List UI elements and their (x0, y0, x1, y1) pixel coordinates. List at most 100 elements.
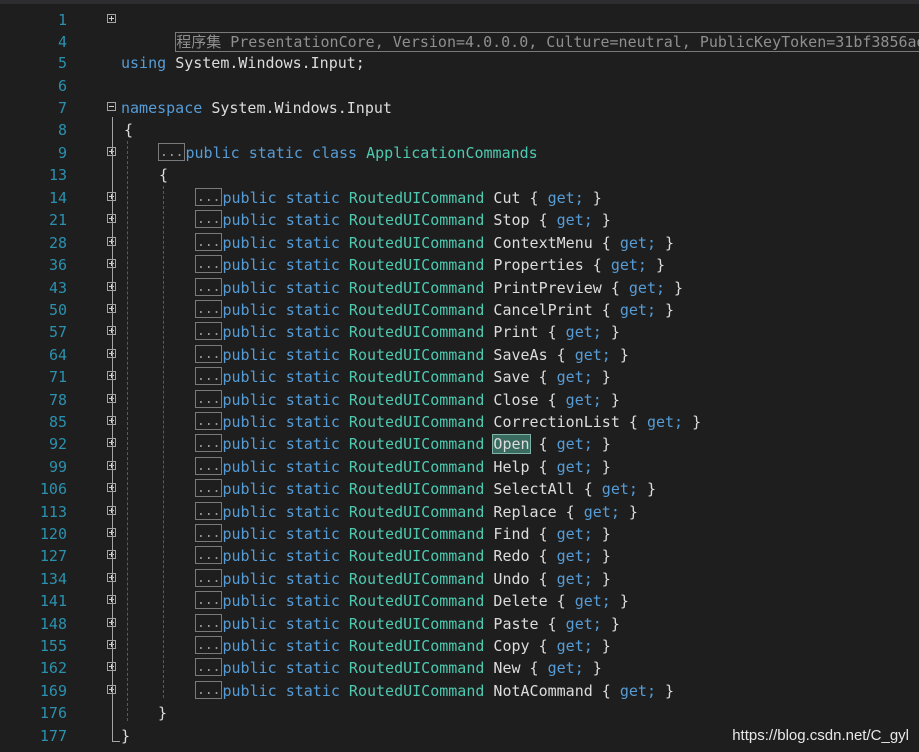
code-line[interactable]: 120... public static RoutedUICommand Find… (0, 523, 919, 545)
get-accessor: get; (628, 279, 666, 297)
collapsed-attributes[interactable]: ... (195, 546, 223, 564)
code-line[interactable]: 6 (0, 75, 919, 97)
collapsed-attributes[interactable]: ... (195, 681, 223, 699)
code-line[interactable]: 176 } (0, 702, 919, 724)
property-name[interactable]: NotACommand (493, 682, 592, 700)
property-name[interactable]: New (493, 659, 520, 677)
property-name[interactable]: Cut (493, 189, 520, 207)
code-line[interactable]: 169... public static RoutedUICommand NotA… (0, 680, 919, 702)
code-line[interactable]: 148... public static RoutedUICommand Past… (0, 613, 919, 635)
code-line[interactable]: 99 ... public static RoutedUICommand Help … (0, 456, 919, 478)
code-line[interactable]: 5 using System.Windows.Input; (0, 52, 919, 74)
collapsed-attributes[interactable]: ... (158, 143, 186, 161)
line-number: 14 (48, 189, 67, 207)
code-line[interactable]: 13 { (0, 164, 919, 186)
property-name[interactable]: Replace (493, 503, 556, 521)
accessor-close-brace: } (619, 592, 629, 610)
property-name[interactable]: Print (493, 323, 538, 341)
code-line[interactable]: 134... public static RoutedUICommand Undo… (0, 568, 919, 590)
line-number: 36 (48, 256, 67, 274)
collapsed-attributes[interactable]: ... (195, 658, 223, 676)
code-line[interactable]: 7 namespace System.Windows.Input (0, 97, 919, 119)
collapsed-attributes[interactable]: ... (195, 412, 223, 430)
collapsed-attributes[interactable]: ... (195, 457, 223, 475)
public-keyword: public (222, 659, 277, 677)
code-line[interactable]: 9 ... public static class ApplicationComm… (0, 142, 919, 164)
code-line[interactable]: 64... public static RoutedUICommand SaveA… (0, 344, 919, 366)
property-name[interactable]: Properties (493, 256, 583, 274)
collapsed-attributes[interactable]: ... (195, 322, 223, 340)
code-line[interactable]: 78... public static RoutedUICommand Close… (0, 389, 919, 411)
code-line[interactable]: 1 程序集 PresentationCore, Version=4.0.0.0,… (0, 9, 919, 52)
property-name[interactable]: PrintPreview (493, 279, 601, 297)
accessor-open-brace: { (592, 256, 602, 274)
code-line[interactable]: 28... public static RoutedUICommand Conte… (0, 232, 919, 254)
collapsed-attributes[interactable]: ... (195, 479, 223, 497)
static-keyword: static (285, 480, 340, 498)
code-line[interactable]: 106... public static RoutedUICommand Sele… (0, 478, 919, 500)
property-name[interactable]: ContextMenu (493, 234, 592, 252)
collapsed-attributes[interactable]: ... (195, 524, 223, 542)
type-name: RoutedUICommand (348, 391, 485, 409)
collapsed-attributes[interactable]: ... (195, 591, 223, 609)
collapsed-attributes[interactable]: ... (195, 502, 223, 520)
type-name: RoutedUICommand (348, 368, 485, 386)
property-name[interactable]: CorrectionList (493, 413, 619, 431)
property-name[interactable]: Delete (493, 592, 547, 610)
code-line[interactable]: 50... public static RoutedUICommand Cance… (0, 299, 919, 321)
property-declaration: ... public static RoutedUICommand Stop { … (195, 209, 611, 231)
public-keyword: public (222, 256, 277, 274)
property-name[interactable]: Redo (493, 547, 529, 565)
property-name[interactable]: Paste (493, 615, 538, 633)
expand-icon[interactable] (107, 14, 116, 23)
collapsed-attributes[interactable]: ... (195, 278, 223, 296)
code-editor[interactable]: 1 程序集 PresentationCore, Version=4.0.0.0,… (0, 0, 919, 752)
code-line[interactable]: 127... public static RoutedUICommand Redo… (0, 545, 919, 567)
collapsed-attributes[interactable]: ... (195, 300, 223, 318)
collapsed-attributes[interactable]: ... (195, 188, 223, 206)
collapsed-attributes[interactable]: ... (195, 210, 223, 228)
collapse-icon[interactable] (107, 102, 116, 111)
code-line[interactable]: 36... public static RoutedUICommand Prope… (0, 254, 919, 276)
property-name[interactable]: Find (493, 525, 529, 543)
collapsed-attributes[interactable]: ... (195, 345, 223, 363)
public-keyword: public (222, 234, 277, 252)
code-line[interactable]: 14... public static RoutedUICommand Cut {… (0, 187, 919, 209)
collapsed-attributes[interactable]: ... (195, 255, 223, 273)
property-name[interactable]: Help (493, 458, 529, 476)
collapsed-attributes[interactable]: ... (195, 434, 223, 452)
property-name[interactable]: Save (493, 368, 529, 386)
code-line[interactable]: 113... public static RoutedUICommand Repl… (0, 501, 919, 523)
collapsed-attributes[interactable]: ... (195, 569, 223, 587)
code-line[interactable]: 155... public static RoutedUICommand Copy… (0, 635, 919, 657)
code-line[interactable]: 4 (0, 31, 919, 53)
code-line[interactable]: 43... public static RoutedUICommand Print… (0, 277, 919, 299)
accessor-open-brace: { (565, 503, 575, 521)
collapsed-attributes[interactable]: ... (195, 390, 223, 408)
code-line[interactable]: 141... public static RoutedUICommand Dele… (0, 590, 919, 612)
property-name[interactable]: CancelPrint (493, 301, 592, 319)
property-name[interactable]: Close (493, 391, 538, 409)
property-name[interactable]: SaveAs (493, 346, 547, 364)
code-line[interactable]: 57... public static RoutedUICommand Print… (0, 321, 919, 343)
public-keyword: public (222, 637, 277, 655)
public-keyword: public (222, 189, 277, 207)
code-line[interactable]: 71 ... public static RoutedUICommand Save … (0, 366, 919, 388)
property-name[interactable]: Undo (493, 570, 529, 588)
line-number: 7 (57, 99, 67, 117)
code-line[interactable]: 21 ... public static RoutedUICommand Stop … (0, 209, 919, 231)
code-line[interactable]: 8 { (0, 119, 919, 141)
collapsed-attributes[interactable]: ... (195, 636, 223, 654)
code-line[interactable]: 92 ... public static RoutedUICommand Open … (0, 433, 919, 455)
code-line[interactable]: 85... public static RoutedUICommand Corre… (0, 411, 919, 433)
property-name[interactable]: Copy (493, 637, 529, 655)
line-number: 155 (39, 637, 67, 655)
property-name[interactable]: Open (492, 434, 531, 454)
code-line[interactable]: 162 ... public static RoutedUICommand New … (0, 657, 919, 679)
property-name[interactable]: SelectAll (493, 480, 574, 498)
collapsed-attributes[interactable]: ... (195, 367, 223, 385)
collapsed-attributes[interactable]: ... (195, 614, 223, 632)
property-name[interactable]: Stop (493, 211, 529, 229)
collapsed-attributes[interactable]: ... (195, 233, 223, 251)
static-keyword: static (248, 144, 303, 162)
